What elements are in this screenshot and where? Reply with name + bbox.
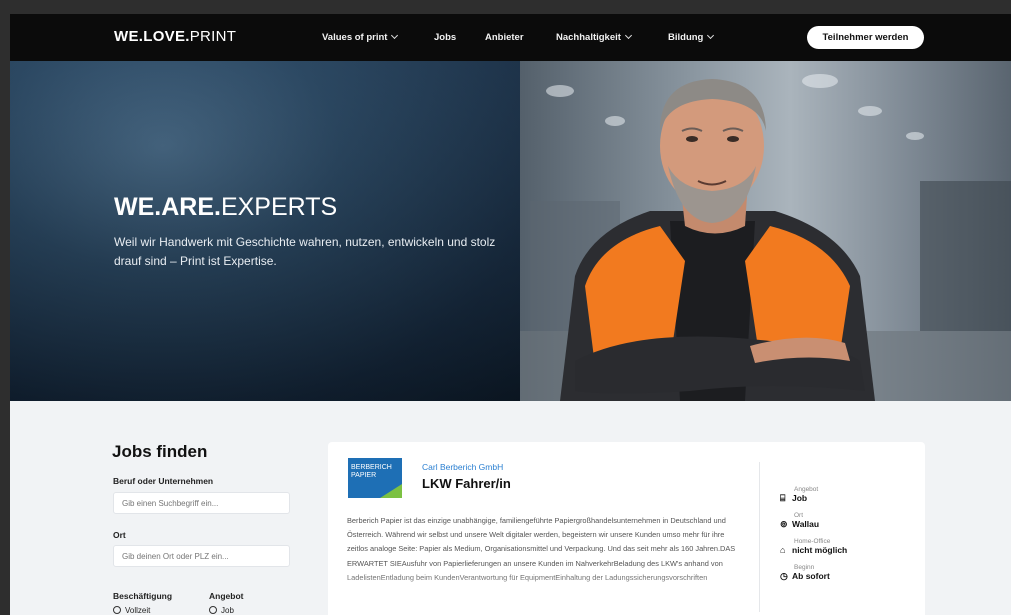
job-title[interactable]: LKW Fahrer/in [422,476,511,491]
radio-job[interactable]: Job [209,606,234,615]
meta-start: Beginn ◷ Ab sofort [780,564,830,582]
meta-label: Ort [794,512,804,519]
meta-value: Job [792,493,808,503]
card-divider [759,462,760,612]
nav-item-bildung[interactable]: Bildung [668,31,715,43]
company-logo-text: BERBERICH PAPIER [351,464,392,479]
chevron-down-icon [707,31,715,40]
nav-item-label: Jobs [434,32,457,43]
company-name-link[interactable]: Carl Berberich GmbH [422,462,503,472]
hero-title: WE.ARE.EXPERTS [114,193,337,222]
jobs-finder-title: Jobs finden [112,442,208,461]
hero-banner: WE.ARE.EXPERTS Weil wir Handwerk mit Ges… [10,61,1011,401]
search-label: Beruf oder Unternehmen [113,476,214,486]
location-pin-icon: ⊚ [780,519,788,529]
hero-subtitle: Weil wir Handwerk mit Geschichte wahren,… [114,235,496,268]
hero-background [10,61,520,401]
nav-item-label: Nachhaltigkeit [556,32,621,43]
job-card[interactable]: BERBERICH PAPIER Carl Berberich GmbH LKW… [328,442,925,615]
hero-title-thin: EXPERTS [220,193,338,221]
meta-value: nicht möglich [792,545,848,555]
top-navigation: WE.LOVE.PRINT Values of print Jobs Anbie… [10,14,1011,61]
logo-part-love: LOVE. [143,28,190,45]
meta-offer: Angebot ⌸ Job [780,486,818,504]
nav-item-jobs[interactable]: Jobs [434,32,456,43]
location-input[interactable] [113,545,290,567]
description-fade-overlay [347,570,747,615]
nav-item-label: Values of print [322,32,388,43]
meta-label: Home-Office [794,538,831,545]
meta-value: Wallau [792,519,820,529]
clock-icon: ◷ [780,571,788,581]
radio-label: Job [221,606,234,615]
logo-part-we: WE. [114,28,144,45]
employment-label: Beschäftigung [113,591,173,601]
nav-item-anbieter[interactable]: Anbieter [485,32,524,43]
location-label: Ort [113,530,126,540]
briefcase-icon: ⌸ [780,493,786,503]
search-input[interactable] [113,492,290,514]
meta-label: Beginn [794,564,815,571]
logo-accent-shape [380,484,402,498]
browser-viewport: WE.LOVE.PRINT Values of print Jobs Anbie… [10,14,1011,615]
chevron-down-icon [391,31,399,40]
nav-item-label: Anbieter [485,32,524,43]
join-button[interactable]: Teilnehmer werden [807,26,924,49]
radio-circle-icon [209,606,217,614]
chevron-down-icon [624,31,632,40]
radio-label: Vollzeit [125,606,151,615]
meta-home-office: Home-Office ⌂ nicht möglich [780,538,847,555]
hero-worker-photo [520,61,1011,401]
home-icon: ⌂ [780,545,786,555]
worker-illustration [520,74,1011,401]
company-logo: BERBERICH PAPIER [348,458,402,498]
radio-vollzeit[interactable]: Vollzeit [113,606,150,615]
offer-label: Angebot [209,591,244,601]
nav-item-nachhaltigkeit[interactable]: Nachhaltigkeit [556,31,632,43]
nav-item-label: Bildung [668,32,704,43]
logo-part-print: PRINT [189,28,237,45]
meta-label: Angebot [794,486,819,493]
hero-title-bold: WE.ARE. [114,193,221,221]
site-logo[interactable]: WE.LOVE.PRINT [114,28,236,45]
radio-circle-icon [113,606,121,614]
meta-value: Ab sofort [792,571,830,581]
meta-location: Ort ⊚ Wallau [780,512,819,530]
nav-item-values-of-print[interactable]: Values of print [322,31,399,43]
